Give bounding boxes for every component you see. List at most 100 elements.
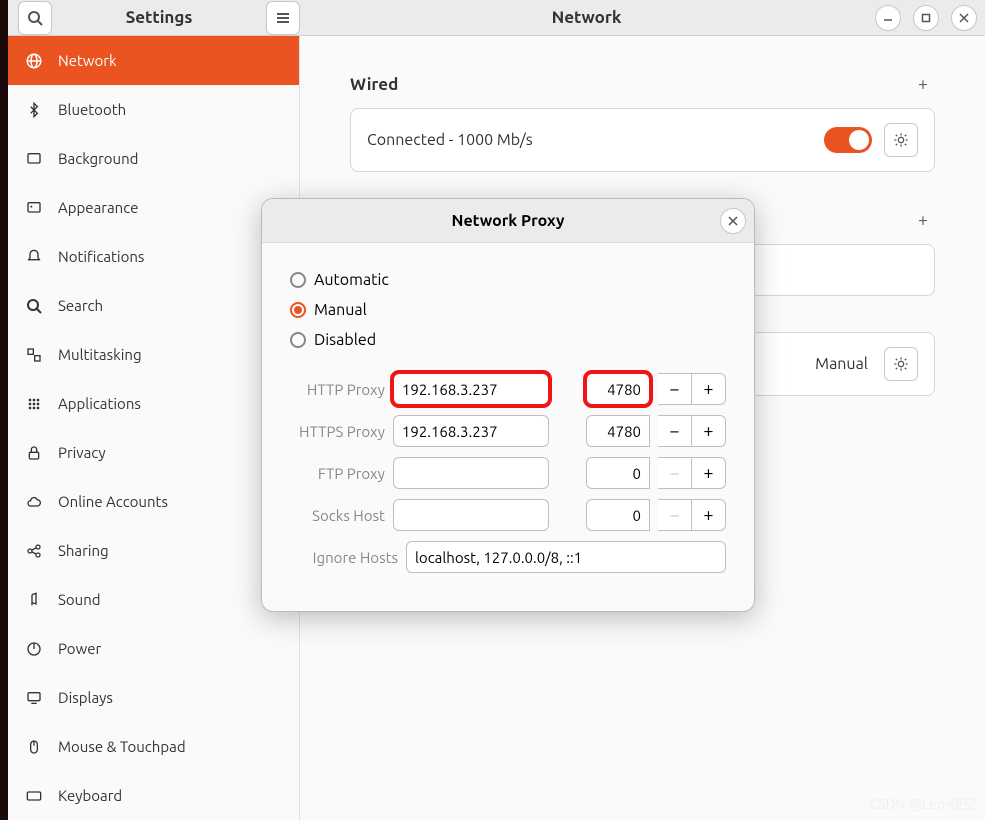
ftp-port-increment[interactable]: + bbox=[692, 457, 726, 489]
ftp-proxy-label: FTP Proxy bbox=[290, 465, 385, 482]
sidebar-item-applications[interactable]: Applications bbox=[8, 379, 299, 428]
sidebar-item-label: Search bbox=[58, 297, 103, 314]
http-proxy-port-input[interactable] bbox=[586, 373, 650, 405]
proxy-settings-button[interactable] bbox=[884, 347, 918, 381]
sidebar-item-keyboard[interactable]: Keyboard bbox=[8, 771, 299, 820]
sidebar-item-notifications[interactable]: Notifications bbox=[8, 232, 299, 281]
hamburger-icon bbox=[275, 10, 291, 26]
close-button[interactable] bbox=[951, 5, 977, 31]
sidebar-item-bluetooth[interactable]: Bluetooth bbox=[8, 85, 299, 134]
radio-icon bbox=[290, 302, 306, 318]
sidebar-item-label: Notifications bbox=[58, 248, 144, 265]
proxy-mode-manual[interactable]: Manual bbox=[290, 295, 726, 325]
sidebar-item-label: Bluetooth bbox=[58, 101, 126, 118]
background-icon bbox=[24, 149, 44, 169]
sidebar-item-appearance[interactable]: Appearance bbox=[8, 183, 299, 232]
ignore-hosts-label: Ignore Hosts bbox=[290, 549, 398, 566]
sidebar-item-label: Background bbox=[58, 150, 138, 167]
sharing-icon bbox=[24, 541, 44, 561]
sidebar-item-online-accounts[interactable]: Online Accounts bbox=[8, 477, 299, 526]
sidebar-item-label: Displays bbox=[58, 689, 113, 706]
keyboard-icon bbox=[24, 786, 44, 806]
ftp-proxy-host-input[interactable] bbox=[393, 457, 549, 489]
lock-icon bbox=[24, 443, 44, 463]
sidebar-item-label: Appearance bbox=[58, 199, 138, 216]
wired-panel: Connected - 1000 Mb/s bbox=[350, 108, 935, 172]
wired-section-title: Wired bbox=[350, 75, 398, 94]
search-icon bbox=[24, 296, 44, 316]
wired-status: Connected - 1000 Mb/s bbox=[367, 131, 533, 149]
close-icon bbox=[959, 13, 969, 23]
socks-host-input[interactable] bbox=[393, 499, 549, 531]
maximize-button[interactable] bbox=[913, 5, 939, 31]
sidebar-item-network[interactable]: Network bbox=[8, 36, 299, 85]
sidebar-item-label: Power bbox=[58, 640, 101, 657]
cloud-icon bbox=[24, 492, 44, 512]
add-wired-button[interactable]: + bbox=[911, 72, 935, 96]
multitasking-icon bbox=[24, 345, 44, 365]
ftp-proxy-port-input[interactable] bbox=[586, 457, 650, 489]
sidebar-item-background[interactable]: Background bbox=[8, 134, 299, 183]
sidebar-item-power[interactable]: Power bbox=[8, 624, 299, 673]
radio-icon bbox=[290, 272, 306, 288]
mouse-icon bbox=[24, 737, 44, 757]
sidebar-item-label: Keyboard bbox=[58, 787, 122, 804]
sidebar-item-label: Mouse & Touchpad bbox=[58, 738, 186, 755]
https-proxy-port-input[interactable] bbox=[586, 415, 650, 447]
appearance-icon bbox=[24, 198, 44, 218]
https-proxy-label: HTTPS Proxy bbox=[290, 423, 385, 440]
ftp-port-decrement[interactable]: − bbox=[658, 457, 692, 489]
sidebar-item-label: Online Accounts bbox=[58, 493, 168, 510]
radio-icon bbox=[290, 332, 306, 348]
page-title: Network bbox=[308, 8, 865, 27]
http-proxy-host-input[interactable] bbox=[393, 373, 549, 405]
ignore-hosts-input[interactable] bbox=[406, 541, 726, 573]
https-port-increment[interactable]: + bbox=[692, 415, 726, 447]
add-vpn-button[interactable]: + bbox=[911, 208, 935, 232]
sidebar-item-sound[interactable]: Sound bbox=[8, 575, 299, 624]
https-port-decrement[interactable]: − bbox=[658, 415, 692, 447]
proxy-mode-value: Manual bbox=[815, 355, 868, 373]
wired-settings-button[interactable] bbox=[884, 123, 918, 157]
proxy-mode-disabled[interactable]: Disabled bbox=[290, 325, 726, 355]
network-proxy-dialog: Network Proxy Automatic Manual Disabled … bbox=[261, 198, 755, 612]
http-proxy-label: HTTP Proxy bbox=[290, 381, 385, 398]
wired-toggle[interactable] bbox=[824, 127, 872, 153]
settings-title: Settings bbox=[60, 8, 258, 27]
https-proxy-host-input[interactable] bbox=[393, 415, 549, 447]
sidebar-item-multitasking[interactable]: Multitasking bbox=[8, 330, 299, 379]
sidebar: Network Bluetooth Background Appearance Noti… bbox=[8, 36, 300, 820]
sidebar-item-privacy[interactable]: Privacy bbox=[8, 428, 299, 477]
search-icon bbox=[27, 10, 43, 26]
sidebar-item-label: Network bbox=[58, 52, 117, 69]
gear-icon bbox=[893, 356, 909, 372]
socks-port-input[interactable] bbox=[586, 499, 650, 531]
sidebar-item-label: Privacy bbox=[58, 444, 106, 461]
apps-icon bbox=[24, 394, 44, 414]
socks-host-label: Socks Host bbox=[290, 507, 385, 524]
search-button[interactable] bbox=[18, 1, 52, 35]
gear-icon bbox=[893, 132, 909, 148]
sidebar-item-label: Multitasking bbox=[58, 346, 142, 363]
bell-icon bbox=[24, 247, 44, 267]
titlebar: Settings Network bbox=[8, 0, 985, 36]
sound-icon bbox=[24, 590, 44, 610]
sidebar-item-displays[interactable]: Displays bbox=[8, 673, 299, 722]
proxy-mode-automatic[interactable]: Automatic bbox=[290, 265, 726, 295]
menu-button[interactable] bbox=[266, 1, 300, 35]
sidebar-item-label: Sound bbox=[58, 591, 101, 608]
sidebar-item-search[interactable]: Search bbox=[8, 281, 299, 330]
minimize-button[interactable] bbox=[875, 5, 901, 31]
minimize-icon bbox=[883, 13, 893, 23]
socks-port-decrement[interactable]: − bbox=[658, 499, 692, 531]
http-port-increment[interactable]: + bbox=[692, 373, 726, 405]
socks-port-increment[interactable]: + bbox=[692, 499, 726, 531]
globe-icon bbox=[24, 51, 44, 71]
dialog-title: Network Proxy bbox=[452, 212, 565, 230]
sidebar-item-sharing[interactable]: Sharing bbox=[8, 526, 299, 575]
displays-icon bbox=[24, 688, 44, 708]
dialog-close-button[interactable] bbox=[720, 208, 746, 234]
close-icon bbox=[728, 216, 738, 226]
http-port-decrement[interactable]: − bbox=[658, 373, 692, 405]
sidebar-item-mouse-touchpad[interactable]: Mouse & Touchpad bbox=[8, 722, 299, 771]
